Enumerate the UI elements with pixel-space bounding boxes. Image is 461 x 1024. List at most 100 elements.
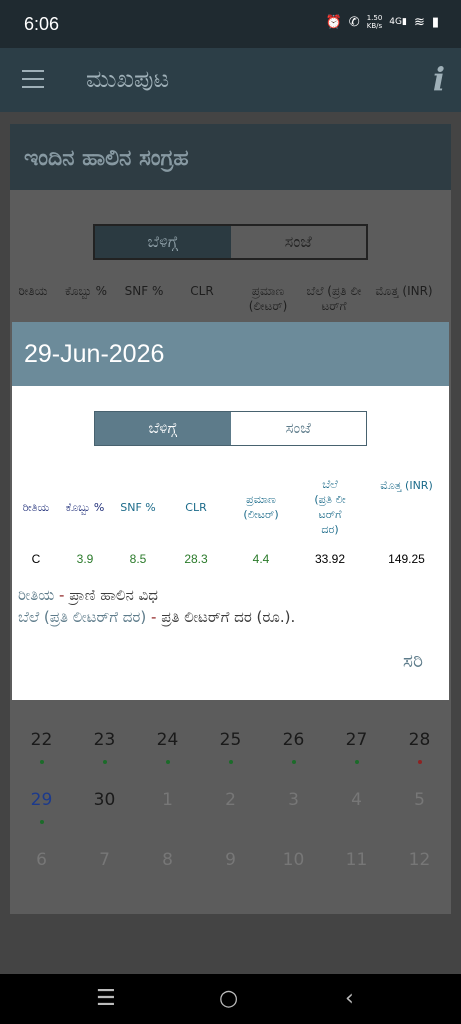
entry-dot (40, 820, 44, 824)
calendar-day[interactable]: 12 (388, 842, 451, 902)
cell-type: C (31, 552, 41, 566)
bg-header-type: ರೀತಿಯ (18, 284, 48, 298)
milk-entry-dialog: 29-Jun-2026 ಬೆಳಿಗ್ಗೆ ಸಂಜೆ ರೀತಿಯ ಕೊಬ್ಬು %… (12, 322, 449, 700)
calendar-day-number: 1 (162, 790, 173, 810)
calendar-day[interactable]: 2 (199, 782, 262, 842)
status-time: 6:06 (24, 14, 60, 34)
calendar-day-number: 22 (30, 730, 53, 750)
calendar-day[interactable]: 7 (73, 842, 136, 902)
table-row: C 3.9 8.5 28.3 4.4 33.92 149.25 (12, 542, 449, 576)
app-bar: ಮುಖಪುಟ i (0, 48, 461, 112)
header-total: ಮೊತ್ತ (INR) (380, 479, 433, 492)
calendar-day[interactable]: 5 (388, 782, 451, 842)
wifi-icon: ≋ (413, 14, 425, 30)
tab-morning[interactable]: ಬೆಳಿಗ್ಗೆ (95, 412, 231, 445)
entry-dot (40, 760, 44, 764)
calendar-day[interactable]: 23 (73, 722, 136, 782)
calendar-week: 6 7 8 9 10 11 12 (10, 842, 451, 902)
alarm-icon: ⏰ (325, 14, 342, 30)
cell-snf: 8.5 (129, 552, 147, 566)
table-header: ರೀತಿಯ ಕೊಬ್ಬು % SNF % CLR ಪ್ರಮಾಣ (ಲೀಟರ್) … (12, 472, 449, 542)
battery-icon: ▮ (431, 14, 439, 30)
header-clr: CLR (185, 500, 207, 514)
calendar-day[interactable]: 11 (325, 842, 388, 902)
calendar-day-number: 7 (99, 850, 110, 870)
cell-clr: 28.3 (184, 552, 208, 566)
milk-table: ರೀತಿಯ ಕೊಬ್ಬು % SNF % CLR ಪ್ರಮಾಣ (ಲೀಟರ್) … (12, 472, 449, 576)
card-title: ಇಂದಿನ ಹಾಲಿನ ಸಂಗ್ರಹ (10, 124, 451, 190)
calendar-week: 22 23 24 25 26 27 28 (10, 722, 451, 782)
calendar-day-number: 26 (282, 730, 305, 750)
bg-header-snf: SNF % (124, 284, 164, 298)
calendar-day[interactable]: 4 (325, 782, 388, 842)
calendar-day[interactable]: 29 (10, 782, 73, 842)
status-bar: 6:06 ⏰ ✆ 1.50 KB/s 4G▮ ≋ ▮ (0, 0, 461, 48)
calendar-day-number: 24 (156, 730, 179, 750)
home-icon[interactable]: ○ (219, 986, 238, 1011)
calendar-day[interactable]: 26 (262, 722, 325, 782)
bg-tab-morning: ಬೆಳಿಗ್ಗೆ (95, 226, 231, 258)
calendar-day-number: 9 (225, 850, 236, 870)
page-title: ಮುಖಪುಟ (86, 65, 170, 93)
calendar-day[interactable]: 1 (136, 782, 199, 842)
calendar-day-number: 12 (408, 850, 431, 870)
back-icon[interactable]: ‹ (345, 986, 354, 1011)
info-icon[interactable]: i (433, 60, 445, 98)
call-icon: ✆ (348, 14, 360, 30)
entry-dot (418, 760, 422, 764)
cell-total: 149.25 (388, 552, 425, 566)
bg-table-header: ರೀತಿಯ ಕೊಬ್ಬು % SNF % CLR ಪ್ರಮಾಣ (ಲೀಟರ್) … (10, 284, 451, 314)
calendar-day-number: 8 (162, 850, 173, 870)
header-rate: ಬೆಲೆ (ಪ್ರತಿ ಲೀ ಟರ್‌ಗೆ ದರ) (314, 478, 346, 536)
calendar-day[interactable]: 6 (10, 842, 73, 902)
calendar-day-number: 28 (408, 730, 431, 750)
calendar-day[interactable]: 30 (73, 782, 136, 842)
network-speed: 1.50 KB/s (366, 14, 383, 30)
cell-fat: 3.9 (76, 552, 94, 566)
header-quantity: ಪ್ರಮಾಣ (ಲೀಟರ್) (243, 493, 279, 521)
bg-header-clr: CLR (190, 284, 214, 298)
entry-dot (229, 760, 233, 764)
bg-header-total: ಮೊತ್ತ (INR) (375, 284, 433, 298)
tab-evening[interactable]: ಸಂಜೆ (230, 412, 366, 445)
calendar-day[interactable]: 24 (136, 722, 199, 782)
bg-header-fat: ಕೊಬ್ಬು % (64, 284, 108, 298)
calendar-day[interactable]: 27 (325, 722, 388, 782)
legend-item: ಬೆಲೆ (ಪ್ರತಿ ಲೀಟರ್‌ಗೆ ದರ) - ಪ್ರತಿ ಲೀಟರ್‌ಗ… (18, 608, 296, 626)
legend-item: ರೀತಿಯ - ಪ್ರಾಣಿ ಹಾಲಿನ ವಿಧ (18, 586, 158, 604)
calendar-day[interactable]: 3 (262, 782, 325, 842)
bg-shift-toggle: ಬೆಳಿಗ್ಗೆ ಸಂಜೆ (93, 224, 368, 260)
calendar-day[interactable]: 25 (199, 722, 262, 782)
menu-icon[interactable] (22, 70, 44, 88)
dialog-date: 29-Jun-2026 (12, 322, 449, 386)
calendar-day[interactable]: 8 (136, 842, 199, 902)
calendar-day[interactable]: 22 (10, 722, 73, 782)
calendar-day-number: 3 (288, 790, 299, 810)
entry-dot (292, 760, 296, 764)
header-type: ರೀತಿಯ (22, 500, 50, 514)
cell-rate: 33.92 (314, 552, 346, 566)
recent-apps-icon[interactable]: ☰ (96, 986, 116, 1011)
calendar-day[interactable]: 10 (262, 842, 325, 902)
signal-icon: 4G▮ (389, 17, 407, 27)
ok-button[interactable]: ಸರಿ (403, 650, 423, 672)
legend: ರೀತಿಯ - ಪ್ರಾಣಿ ಹಾಲಿನ ವಿಧ ಬೆಲೆ (ಪ್ರತಿ ಲೀಟ… (18, 584, 295, 628)
calendar-week: 29 30 1 2 3 4 5 (10, 782, 451, 842)
header-fat: ಕೊಬ್ಬು % (65, 500, 105, 514)
bg-header-rate: ಬೆಲೆ (ಪ್ರತಿ ಲೀ ಟರ್‌ಗೆ (306, 284, 362, 313)
cell-quantity: 4.4 (252, 552, 270, 566)
calendar-day-number: 10 (282, 850, 305, 870)
calendar-day-number: 30 (93, 790, 116, 810)
calendar-day[interactable]: 28 (388, 722, 451, 782)
shift-toggle: ಬೆಳಿಗ್ಗೆ ಸಂಜೆ (94, 411, 367, 446)
calendar-day-number: 29 (30, 790, 53, 810)
header-snf: SNF % (120, 500, 156, 514)
system-nav-bar: ☰ ○ ‹ (0, 974, 461, 1024)
entry-dot (166, 760, 170, 764)
calendar-day-number: 27 (345, 730, 368, 750)
calendar-day-number: 23 (93, 730, 116, 750)
calendar-day[interactable]: 9 (199, 842, 262, 902)
status-icons: ⏰ ✆ 1.50 KB/s 4G▮ ≋ ▮ (326, 14, 439, 30)
entry-dot (103, 760, 107, 764)
bg-tab-evening: ಸಂಜೆ (284, 232, 312, 251)
